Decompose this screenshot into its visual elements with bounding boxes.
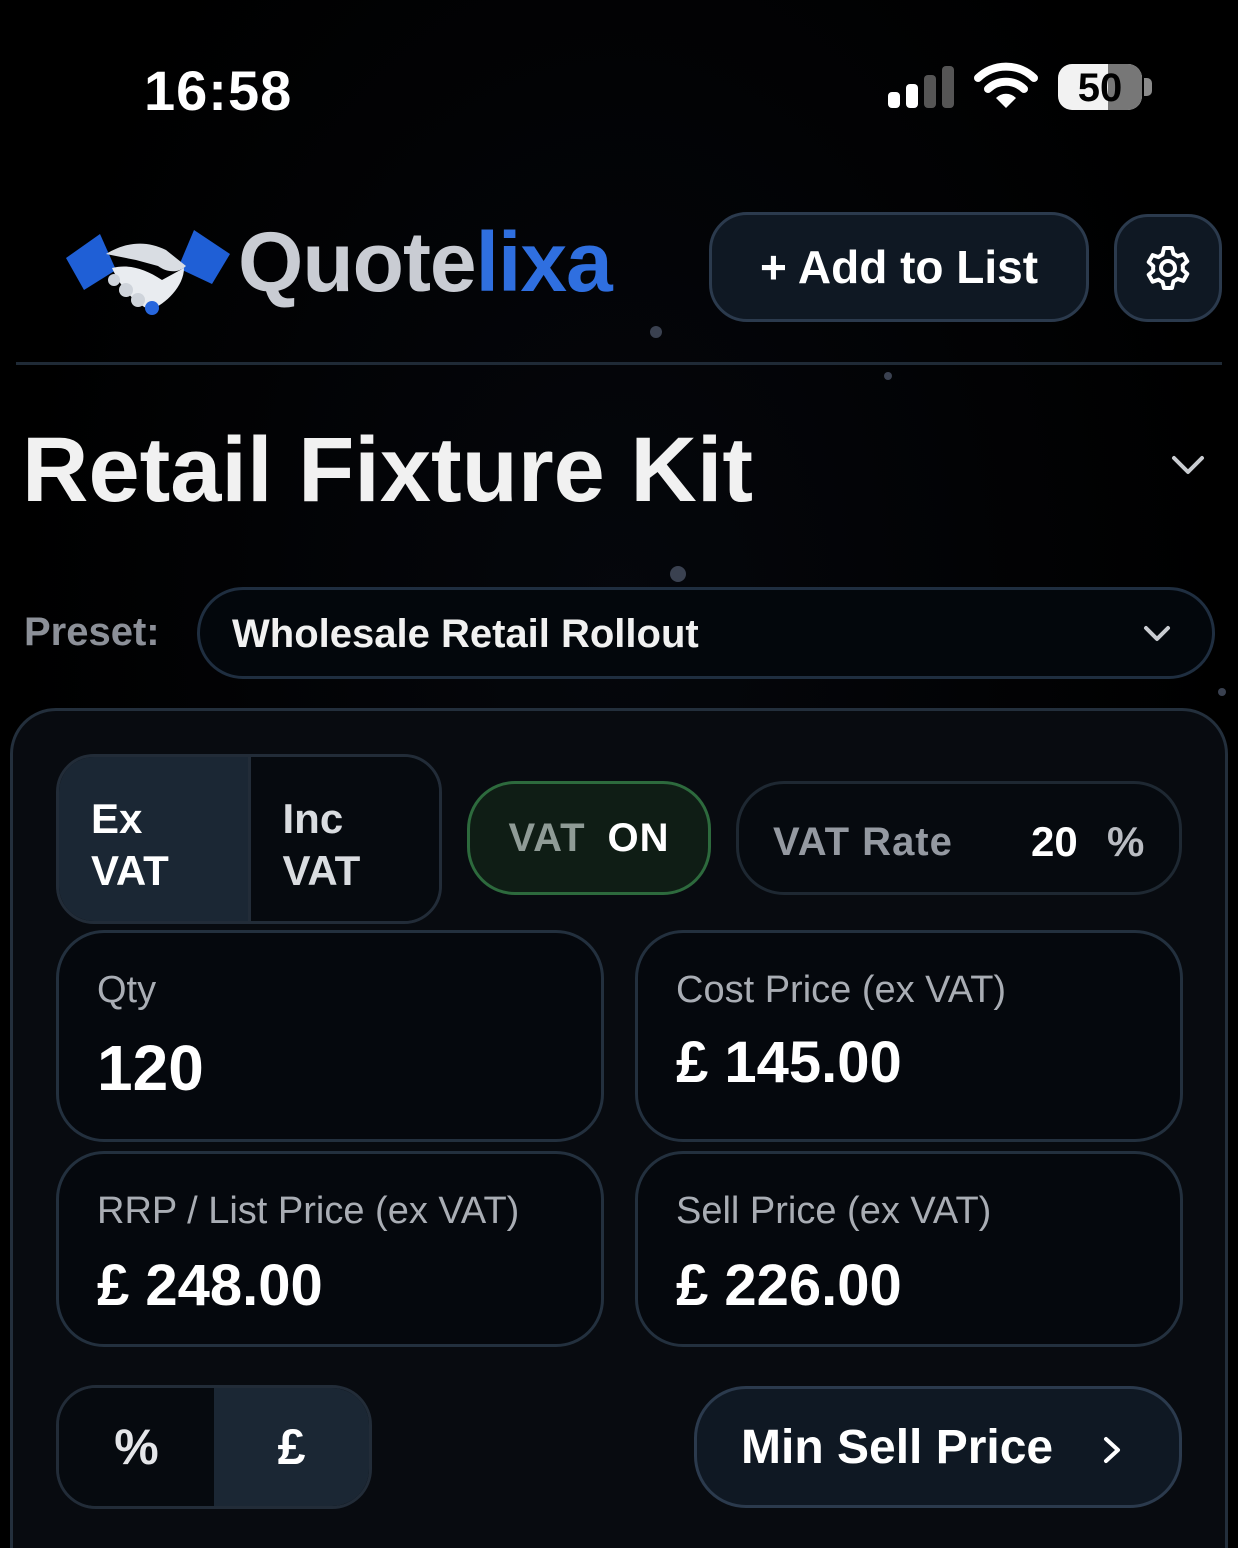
- vat-rate-field[interactable]: VAT Rate 20 %: [736, 781, 1182, 895]
- star-dot: [670, 566, 686, 582]
- brand-logo-text: Quotelixa: [238, 215, 613, 309]
- min-sell-price-button[interactable]: Min Sell Price: [694, 1386, 1182, 1508]
- battery-nub: [1144, 78, 1152, 96]
- rrp-value[interactable]: £ 248.00: [97, 1252, 323, 1319]
- qty-value[interactable]: 120: [97, 1031, 204, 1105]
- cost-price-value[interactable]: £ 145.00: [676, 1029, 902, 1096]
- preset-select[interactable]: Wholesale Retail Rollout: [197, 587, 1215, 679]
- battery-icon: 50: [1058, 64, 1142, 110]
- pound-option[interactable]: £: [214, 1388, 369, 1506]
- settings-button[interactable]: [1114, 214, 1222, 322]
- qty-label: Qty: [97, 969, 157, 1011]
- vat-rate-label: VAT Rate: [773, 820, 953, 864]
- star-dot: [650, 326, 662, 338]
- status-time: 16:58: [144, 59, 293, 122]
- margin-unit-segmented-control[interactable]: % £: [56, 1385, 372, 1509]
- cost-price-label: Cost Price (ex VAT): [676, 969, 1007, 1011]
- preset-value: Wholesale Retail Rollout: [232, 612, 699, 656]
- cellular-signal-icon: [888, 66, 954, 108]
- preset-label: Preset:: [24, 610, 160, 654]
- star-dot: [1218, 688, 1226, 696]
- qty-field[interactable]: Qty 120: [56, 930, 604, 1142]
- vat-toggle-button[interactable]: VAT ON: [467, 781, 711, 895]
- inc-vat-option[interactable]: Inc VAT: [247, 757, 439, 921]
- vat-rate-value[interactable]: 20: [1031, 818, 1078, 866]
- min-sell-price-label: Min Sell Price: [741, 1420, 1054, 1474]
- add-to-list-button[interactable]: + Add to List: [709, 212, 1089, 322]
- chevron-down-icon: [1144, 626, 1170, 641]
- chevron-down-icon[interactable]: [1170, 450, 1206, 480]
- sell-price-field[interactable]: Sell Price (ex VAT) £ 226.00: [635, 1151, 1183, 1347]
- rrp-field[interactable]: RRP / List Price (ex VAT) £ 248.00: [56, 1151, 604, 1347]
- cost-price-field[interactable]: Cost Price (ex VAT) £ 145.00: [635, 930, 1183, 1142]
- header-divider: [16, 362, 1222, 365]
- app-screen: 16:58 50 Quotelixa + Add to List Retail …: [0, 0, 1238, 1548]
- page-title: Retail Fixture Kit: [22, 419, 754, 521]
- handshake-logo-icon: [66, 230, 230, 315]
- star-dot: [884, 372, 892, 380]
- wifi-icon: [974, 62, 1038, 108]
- sell-price-value[interactable]: £ 226.00: [676, 1252, 902, 1319]
- ex-vat-option[interactable]: Ex VAT: [59, 757, 248, 921]
- sell-price-label: Sell Price (ex VAT): [676, 1190, 992, 1232]
- battery-level: 50: [1077, 66, 1123, 110]
- gear-icon: [1146, 246, 1190, 290]
- rrp-label: RRP / List Price (ex VAT): [97, 1190, 520, 1232]
- chevron-right-icon: [1104, 1437, 1120, 1463]
- percent-option[interactable]: %: [59, 1388, 214, 1506]
- vat-toggle-label: VAT: [508, 815, 586, 860]
- vat-rate-unit: %: [1107, 818, 1145, 865]
- vat-toggle-state: ON: [607, 815, 670, 860]
- vat-mode-segmented-control[interactable]: Ex VAT Inc VAT: [56, 754, 442, 924]
